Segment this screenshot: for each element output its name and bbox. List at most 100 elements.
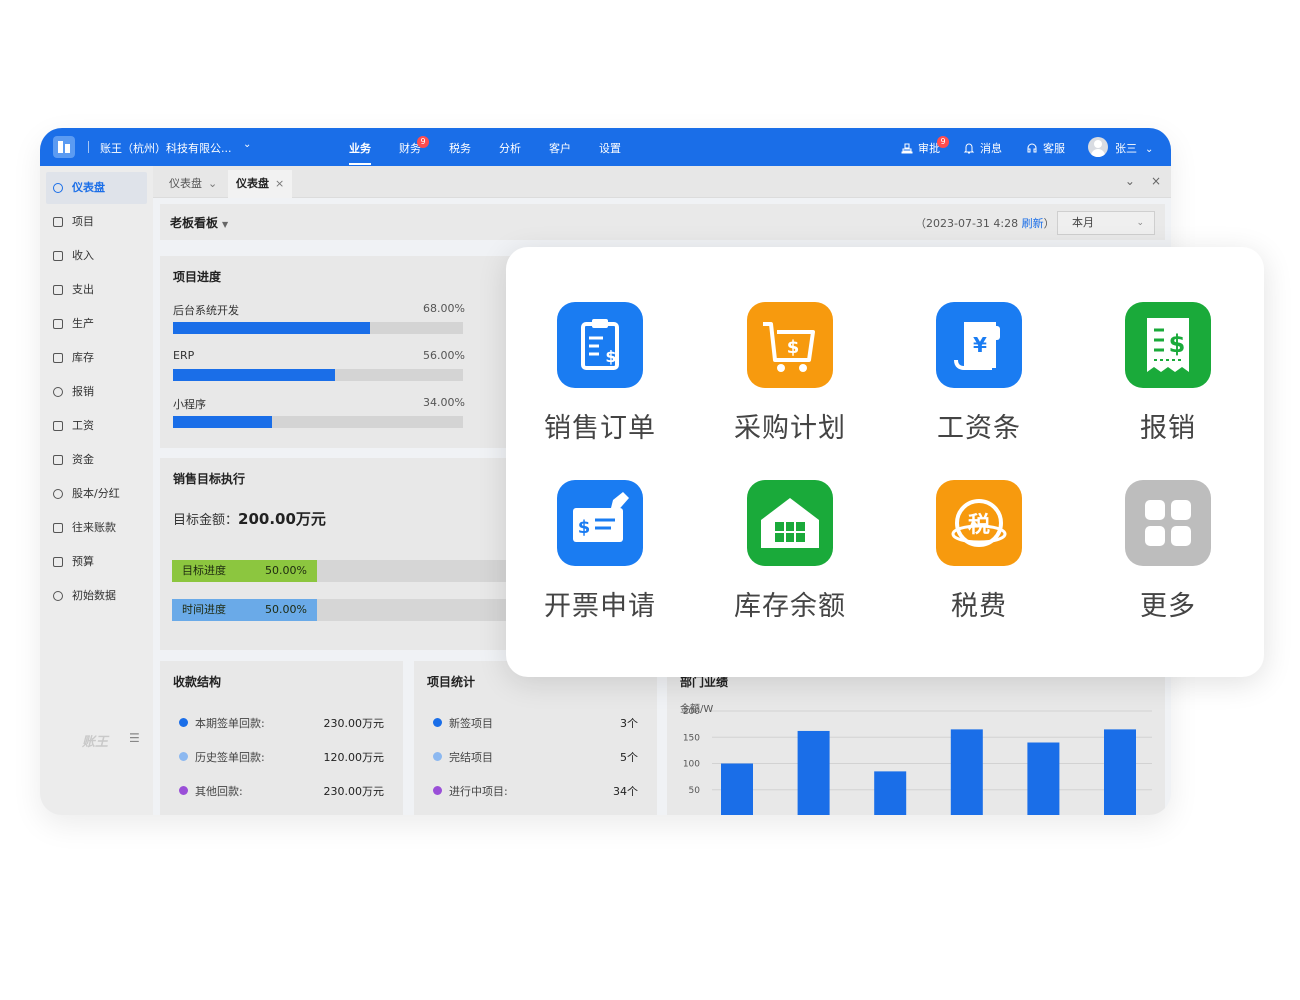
avatar[interactable]	[1088, 137, 1108, 157]
progress-name: 后台系统开发	[173, 304, 239, 317]
nav-customer[interactable]: 客户	[549, 140, 571, 156]
invoice-icon: $	[557, 480, 643, 566]
finance-badge: 9	[417, 136, 429, 148]
nav-tax[interactable]: 税务	[449, 140, 471, 156]
sidebar-item-dashboard[interactable]: 仪表盘	[46, 172, 147, 204]
headset-icon	[1027, 143, 1037, 153]
expense-icon	[53, 285, 63, 295]
receipts-card: 收款结构 本期签单回款: 230.00万元 历史签单回款: 120.00万元 其…	[160, 661, 403, 815]
board-title[interactable]: 老板看板 ▼	[170, 214, 228, 231]
company-name[interactable]: 账王（杭州）科技有限公...	[100, 140, 232, 156]
update-time: （2023-07-31 4:28 刷新）	[915, 215, 1055, 231]
chart-bar[interactable]	[1027, 742, 1060, 816]
legend-dot	[433, 752, 442, 761]
approve-button[interactable]: 审批	[901, 140, 940, 156]
close-icon[interactable]: ×	[1151, 174, 1161, 188]
period-value: 本月	[1072, 216, 1094, 229]
sidebar-item-income[interactable]: 收入	[46, 240, 147, 272]
app-logo-icon[interactable]	[53, 136, 75, 158]
close-icon[interactable]: ×	[275, 177, 284, 190]
nav-analysis[interactable]: 分析	[499, 140, 521, 156]
quick-app-2[interactable]: ¥ 工资条	[894, 302, 1064, 452]
quick-app-label: 采购计划	[734, 413, 846, 444]
svg-text:$: $	[605, 347, 616, 366]
period-select[interactable]: 本月 ⌄	[1057, 211, 1155, 235]
nav-business[interactable]: 业务	[349, 140, 371, 165]
quick-app-5[interactable]: 库存余额	[705, 480, 875, 630]
quick-app-1[interactable]: $ 采购计划	[705, 302, 875, 452]
progress-name: ERP	[173, 349, 195, 362]
nav-settings[interactable]: 设置	[599, 140, 621, 156]
chevron-down-icon[interactable]: ⌄	[243, 139, 251, 150]
exec-fill: 时间进度 50.00%	[172, 599, 317, 621]
service-button[interactable]: 客服	[1026, 140, 1065, 156]
tab-dashboard-2[interactable]: 仪表盘 ×	[228, 170, 293, 198]
quick-app-label: 工资条	[937, 413, 1021, 444]
sidebar-item-salary[interactable]: 工资	[46, 410, 147, 442]
stat-value: 230.00万元	[323, 717, 385, 730]
sidebar-item-reimburse[interactable]: 报销	[46, 376, 147, 408]
tab-dashboard-1[interactable]: 仪表盘 ⌄	[161, 170, 225, 198]
chart-bar[interactable]	[1104, 729, 1136, 815]
sidebar-item-expense[interactable]: 支出	[46, 274, 147, 306]
messages-label: 消息	[980, 142, 1002, 155]
income-icon	[53, 251, 63, 261]
box-icon	[53, 353, 63, 363]
sidebar-item-inventory[interactable]: 库存	[46, 342, 147, 374]
chart-bar[interactable]	[874, 771, 907, 815]
quick-app-6[interactable]: 税 税费	[894, 480, 1064, 630]
sidebar-item-budget[interactable]: 预算	[46, 546, 147, 578]
quick-app-label: 更多	[1140, 591, 1196, 622]
quick-app-3[interactable]: $ 报销	[1083, 302, 1253, 452]
sidebar-item-label: 项目	[72, 215, 94, 228]
tax-icon: 税	[936, 480, 1022, 566]
y-tick-label: 200	[683, 707, 700, 717]
refresh-link[interactable]: 刷新	[1022, 217, 1044, 230]
collapse-menu-icon[interactable]: ☰	[129, 731, 140, 745]
quick-app-label: 销售订单	[544, 413, 656, 444]
progress-percent: 56.00%	[423, 349, 465, 362]
stat-row: 进行中项目: 34个	[433, 783, 638, 798]
user-menu[interactable]: 张三 ⌄	[1115, 140, 1153, 156]
sidebar-item-accounts[interactable]: 往来账款	[46, 512, 147, 544]
chart-bar[interactable]	[950, 729, 983, 815]
sidebar-item-label: 库存	[72, 351, 94, 364]
stamp-icon	[901, 143, 913, 154]
clock-icon	[53, 489, 63, 499]
sidebar-item-label: 报销	[72, 385, 94, 398]
quick-app-label: 开票申请	[544, 591, 656, 622]
dashboard-icon	[53, 183, 63, 193]
sidebar-item-project[interactable]: 项目	[46, 206, 147, 238]
tab-label: 仪表盘	[169, 177, 202, 190]
stat-row: 历史签单回款: 120.00万元	[179, 749, 384, 764]
sidebar-item-funds[interactable]: 资金	[46, 444, 147, 476]
quick-app-4[interactable]: $ 开票申请	[515, 480, 685, 630]
messages-button[interactable]: 消息	[963, 140, 1002, 156]
progress-track	[173, 416, 463, 428]
sidebar-item-label: 资金	[72, 453, 94, 466]
sidebar-item-equity[interactable]: 股本/分红	[46, 478, 147, 510]
quick-app-0[interactable]: $ 销售订单	[515, 302, 685, 452]
quick-app-7[interactable]: 更多	[1083, 480, 1253, 630]
grid-icon	[1125, 480, 1211, 566]
svg-text:$: $	[1169, 330, 1186, 358]
chart-bar[interactable]	[721, 763, 753, 816]
progress-percent: 68.00%	[423, 302, 465, 315]
sidebar-item-production[interactable]: 生产	[46, 308, 147, 340]
y-tick-label: 150	[683, 733, 700, 743]
caret-down-icon: ▼	[222, 220, 229, 229]
tabs-tools: ⌄ ×	[1125, 174, 1161, 188]
card-title: 收款结构	[173, 675, 222, 689]
coin-icon	[53, 387, 63, 397]
sidebar-item-label: 预算	[72, 555, 94, 568]
top-navbar: 账王（杭州）科技有限公... ⌄ 业务 财务 9 税务 分析 客户 设置 审批 …	[40, 128, 1171, 166]
stat-value: 230.00万元	[323, 785, 385, 798]
quick-app-label: 报销	[1140, 413, 1196, 444]
sidebar-item-initial-data[interactable]: 初始数据	[46, 580, 147, 612]
sidebar-item-label: 支出	[72, 283, 94, 296]
card-icon	[53, 455, 63, 465]
board-title-label: 老板看板	[170, 216, 219, 230]
chevron-down-icon[interactable]: ⌄	[1125, 174, 1135, 188]
exec-value: 50.00%	[265, 564, 307, 577]
chart-bar[interactable]	[797, 730, 830, 815]
